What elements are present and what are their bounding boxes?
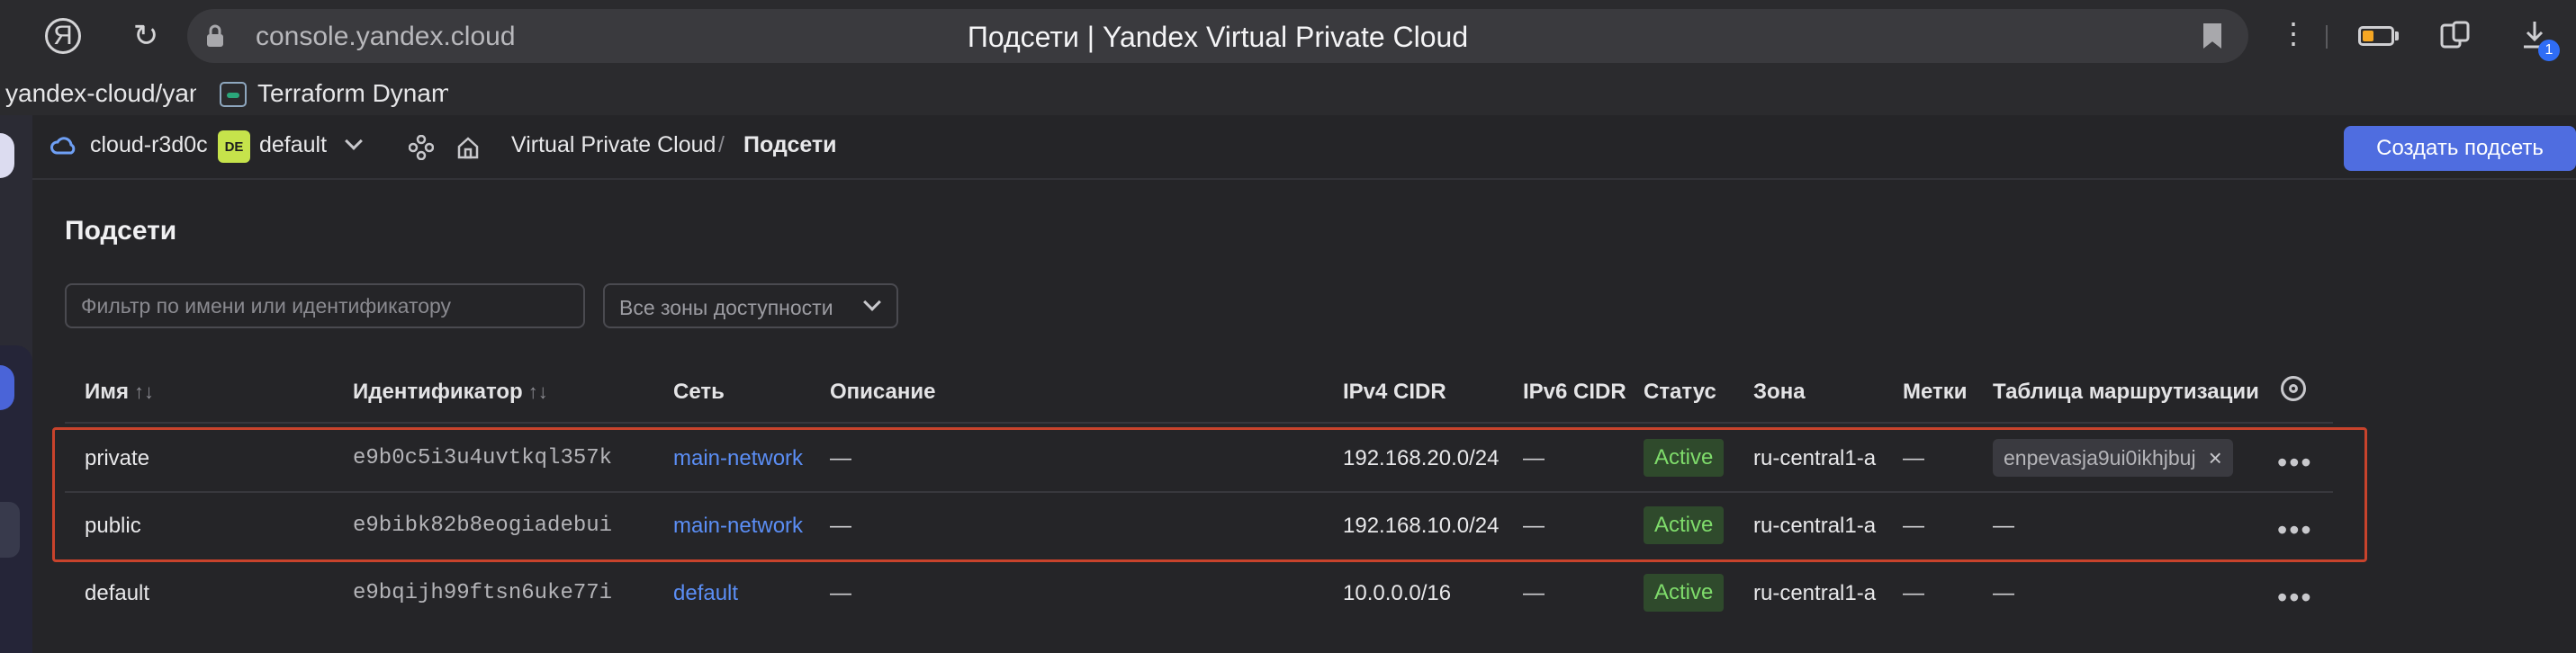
sort-icon[interactable]: ↑↓: [134, 380, 154, 403]
menu-dots-icon[interactable]: ⋮: [2279, 16, 2308, 50]
remove-route-table-icon[interactable]: ×: [2209, 444, 2222, 472]
rail-logo[interactable]: [0, 133, 14, 178]
console-app: cloud-r3d0c DE default Virtual Private C…: [0, 115, 2576, 653]
network-link[interactable]: main-network: [673, 446, 803, 471]
column-header-labels: Метки: [1903, 380, 1968, 404]
row-divider: [65, 422, 2333, 424]
network-link[interactable]: main-network: [673, 514, 803, 539]
sort-icon[interactable]: ↑↓: [528, 380, 548, 403]
route-table-id: enpevasja9ui0ikhjbuj: [2004, 445, 2196, 470]
zone-select[interactable]: Все зоны доступности: [603, 283, 898, 328]
route-table-tag[interactable]: enpevasja9ui0ikhjbuj ×: [1993, 439, 2233, 477]
status-badge: Active: [1644, 574, 1725, 612]
column-header-ipv6: IPv6 CIDR: [1523, 380, 1626, 404]
column-header-ipv4: IPv4 CIDR: [1343, 380, 1446, 404]
folder-selector[interactable]: default: [259, 132, 327, 158]
cell-route-table: —: [1993, 514, 2014, 538]
services-icon[interactable]: [409, 135, 434, 160]
cell-labels: —: [1903, 446, 1924, 470]
chevron-down-icon[interactable]: [345, 132, 363, 150]
column-header-id[interactable]: Идентификатор ↑↓: [353, 380, 548, 405]
cell-id: e9bibk82b8eogiadebui: [353, 514, 613, 538]
row-actions-icon[interactable]: •••: [2277, 515, 2313, 544]
battery-level: [2363, 31, 2373, 41]
column-header-zone: Зона: [1753, 380, 1806, 404]
cell-name: default: [85, 581, 150, 605]
browser-toolbar: Я ↻ console.yandex.cloud Подсети | Yande…: [0, 0, 2576, 72]
column-header-network: Сеть: [673, 380, 725, 404]
rail-selected-item[interactable]: [0, 502, 20, 558]
home-icon[interactable]: [455, 135, 481, 160]
status-badge: Active: [1644, 439, 1725, 477]
cell-description: —: [830, 446, 851, 470]
cell-zone: ru-central1-a: [1753, 446, 1877, 470]
battery-icon[interactable]: [2358, 26, 2394, 46]
bookmarks-bar: yandex-cloud/yanc Terraform Dynami: [0, 72, 2576, 115]
column-header-status: Статус: [1644, 380, 1716, 404]
yandex-glyph: Я: [45, 18, 81, 54]
console-header: cloud-r3d0c DE default Virtual Private C…: [32, 115, 2576, 180]
downloads-badge: 1: [2538, 40, 2560, 61]
row-divider: [65, 559, 2333, 561]
cell-description: —: [830, 514, 851, 538]
status-badge: Active: [1644, 506, 1725, 544]
address-bar[interactable]: console.yandex.cloud Подсети | Yandex Vi…: [187, 9, 2248, 63]
yandex-logo-icon[interactable]: Я: [40, 13, 86, 59]
page-title: Подсети: [65, 216, 177, 246]
reload-glyph: ↻: [132, 19, 159, 53]
column-id-label: Идентификатор: [353, 380, 523, 404]
bookmark-terraform[interactable]: Terraform Dynami: [257, 79, 448, 108]
cell-ipv4: 10.0.0.0/16: [1343, 581, 1452, 605]
cloud-selector[interactable]: cloud-r3d0c: [90, 132, 208, 158]
reload-icon[interactable]: ↻: [122, 13, 169, 59]
cell-name: public: [85, 514, 141, 538]
create-subnet-button[interactable]: Создать подсеть: [2344, 126, 2576, 171]
cell-route-table: —: [1993, 581, 2014, 605]
chevron-down-icon: [863, 293, 881, 311]
cell-ipv6: —: [1523, 446, 1545, 470]
network-link[interactable]: default: [673, 581, 738, 606]
search-input[interactable]: [65, 283, 585, 328]
cell-name: private: [85, 446, 150, 470]
bookmark-yandex-cloud[interactable]: yandex-cloud/yanc: [5, 79, 196, 108]
column-name-label: Имя: [85, 380, 130, 404]
cell-labels: —: [1903, 514, 1924, 538]
column-header-route-table: Таблица маршрутизации: [1993, 380, 2259, 404]
tab-title: Подсети | Yandex Virtual Private Cloud: [967, 21, 1469, 53]
row-actions-icon[interactable]: •••: [2277, 583, 2313, 612]
cell-ipv4: 192.168.10.0/24: [1343, 514, 1500, 538]
sidebar-panel-icon[interactable]: [2439, 20, 2472, 52]
cloud-icon: [50, 137, 76, 155]
row-actions-icon[interactable]: •••: [2277, 448, 2313, 477]
battery-tip: [2395, 31, 2399, 40]
column-header-name[interactable]: Имя ↑↓: [85, 380, 154, 405]
row-divider: [65, 491, 2333, 493]
folder-badge: DE: [218, 130, 250, 163]
cell-ipv6: —: [1523, 514, 1545, 538]
toolbar-divider: [2326, 25, 2328, 49]
left-navigation-rail: [0, 115, 32, 653]
zone-select-value: Все зоны доступности: [619, 296, 833, 319]
cell-id: e9b0c5i3u4uvtkql357k: [353, 446, 613, 470]
cell-id: e9bqijh99ftsn6uke77i: [353, 581, 613, 605]
column-header-description: Описание: [830, 380, 936, 404]
breadcrumb-current: Подсети: [743, 132, 837, 157]
breadcrumb-separator: /: [718, 132, 725, 157]
cell-description: —: [830, 581, 851, 605]
terraform-bookmark-icon: [220, 82, 247, 107]
cell-ipv4: 192.168.20.0/24: [1343, 446, 1500, 470]
settings-gear-icon[interactable]: [2281, 376, 2306, 401]
cell-ipv6: —: [1523, 581, 1545, 605]
breadcrumb-service[interactable]: Virtual Private Cloud: [511, 132, 716, 158]
cell-zone: ru-central1-a: [1753, 514, 1877, 538]
cell-labels: —: [1903, 581, 1924, 605]
cell-zone: ru-central1-a: [1753, 581, 1877, 605]
